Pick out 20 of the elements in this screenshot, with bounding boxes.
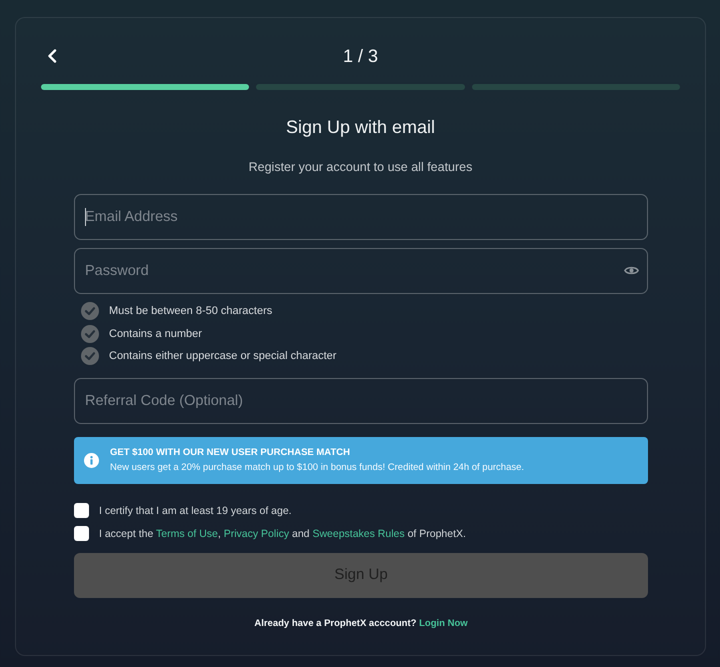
rule-text: Must be between 8-50 characters — [109, 304, 272, 318]
login-link[interactable]: Login Now — [419, 618, 468, 628]
step-counter: 1 / 3 — [342, 45, 378, 67]
inline-link[interactable]: Privacy Policy — [224, 528, 290, 540]
promo-text: New users get a 20% purchase match up to $100 in bonus funds! Credited within 24h of purchase. — [110, 462, 524, 474]
info-icon — [84, 452, 99, 468]
checkbox[interactable] — [74, 503, 89, 518]
inline-link[interactable]: Terms of Use — [156, 528, 218, 540]
rule-text: Contains a number — [109, 326, 202, 341]
checkbox[interactable] — [74, 526, 89, 541]
chevron-left-icon — [47, 49, 57, 63]
form-subtitle: Register your account to use all features — [248, 159, 474, 176]
form-title: Sign Up with email — [284, 116, 436, 138]
inline-link[interactable]: Sweepstakes Rules — [312, 528, 405, 540]
consent-text: I accept the Terms of Use, Privacy Policy and Sweepstakes Rules of ProphetX. — [99, 526, 466, 540]
rule-text: Contains either uppercase or special character — [109, 349, 336, 364]
eye-icon[interactable] — [624, 265, 639, 276]
promo-title: GET $100 WITH OUR NEW USER PURCHASE MATCH — [110, 446, 351, 458]
login-prompt: Already have a ProphetX acccount? Login Now — [253, 616, 469, 630]
consent-text: I certify that I am at least 19 years of age. — [99, 504, 292, 518]
